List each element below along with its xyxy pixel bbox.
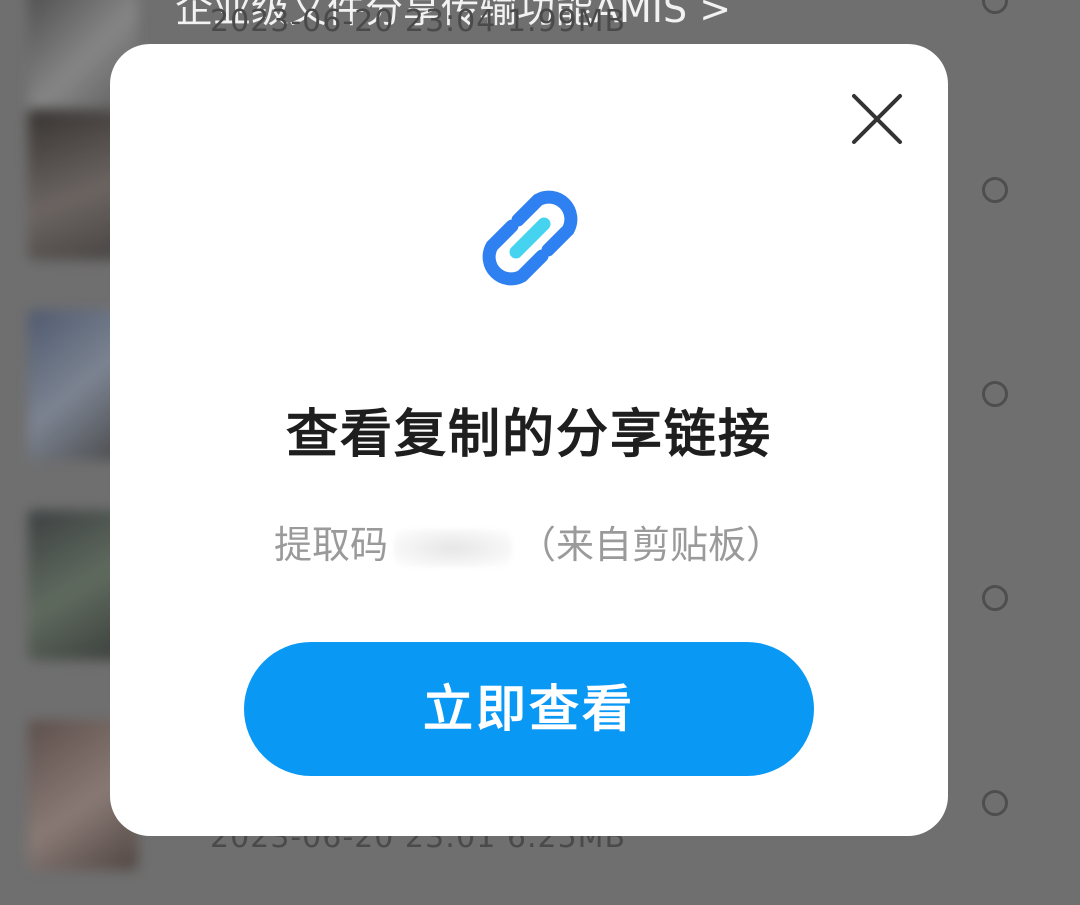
extraction-code-label: 提取码 [273,523,388,567]
close-button[interactable] [850,92,904,146]
extraction-code-line: 提取码 （来自剪贴板） [110,514,948,569]
select-radio[interactable] [982,177,1008,203]
screen: 企业级文件分享传输功能AMIS > 2023-06-20 23:04 1.99M… [0,0,1080,905]
close-icon [852,94,902,144]
select-radio[interactable] [982,381,1008,407]
file-meta: 2023-06-20 23:04 1.99MB [210,4,627,39]
select-radio[interactable] [982,790,1008,816]
link-icon [482,190,578,286]
dialog-title: 查看复制的分享链接 [285,405,772,465]
share-link-dialog: 查看复制的分享链接 提取码 （来自剪贴板） 立即查看 [110,44,948,836]
extraction-code-redacted [394,528,512,567]
select-radio[interactable] [982,585,1008,611]
clipboard-source-note: （来自剪贴板） [518,523,785,567]
view-now-button[interactable]: 立即查看 [244,642,814,776]
select-radio[interactable] [982,0,1008,14]
